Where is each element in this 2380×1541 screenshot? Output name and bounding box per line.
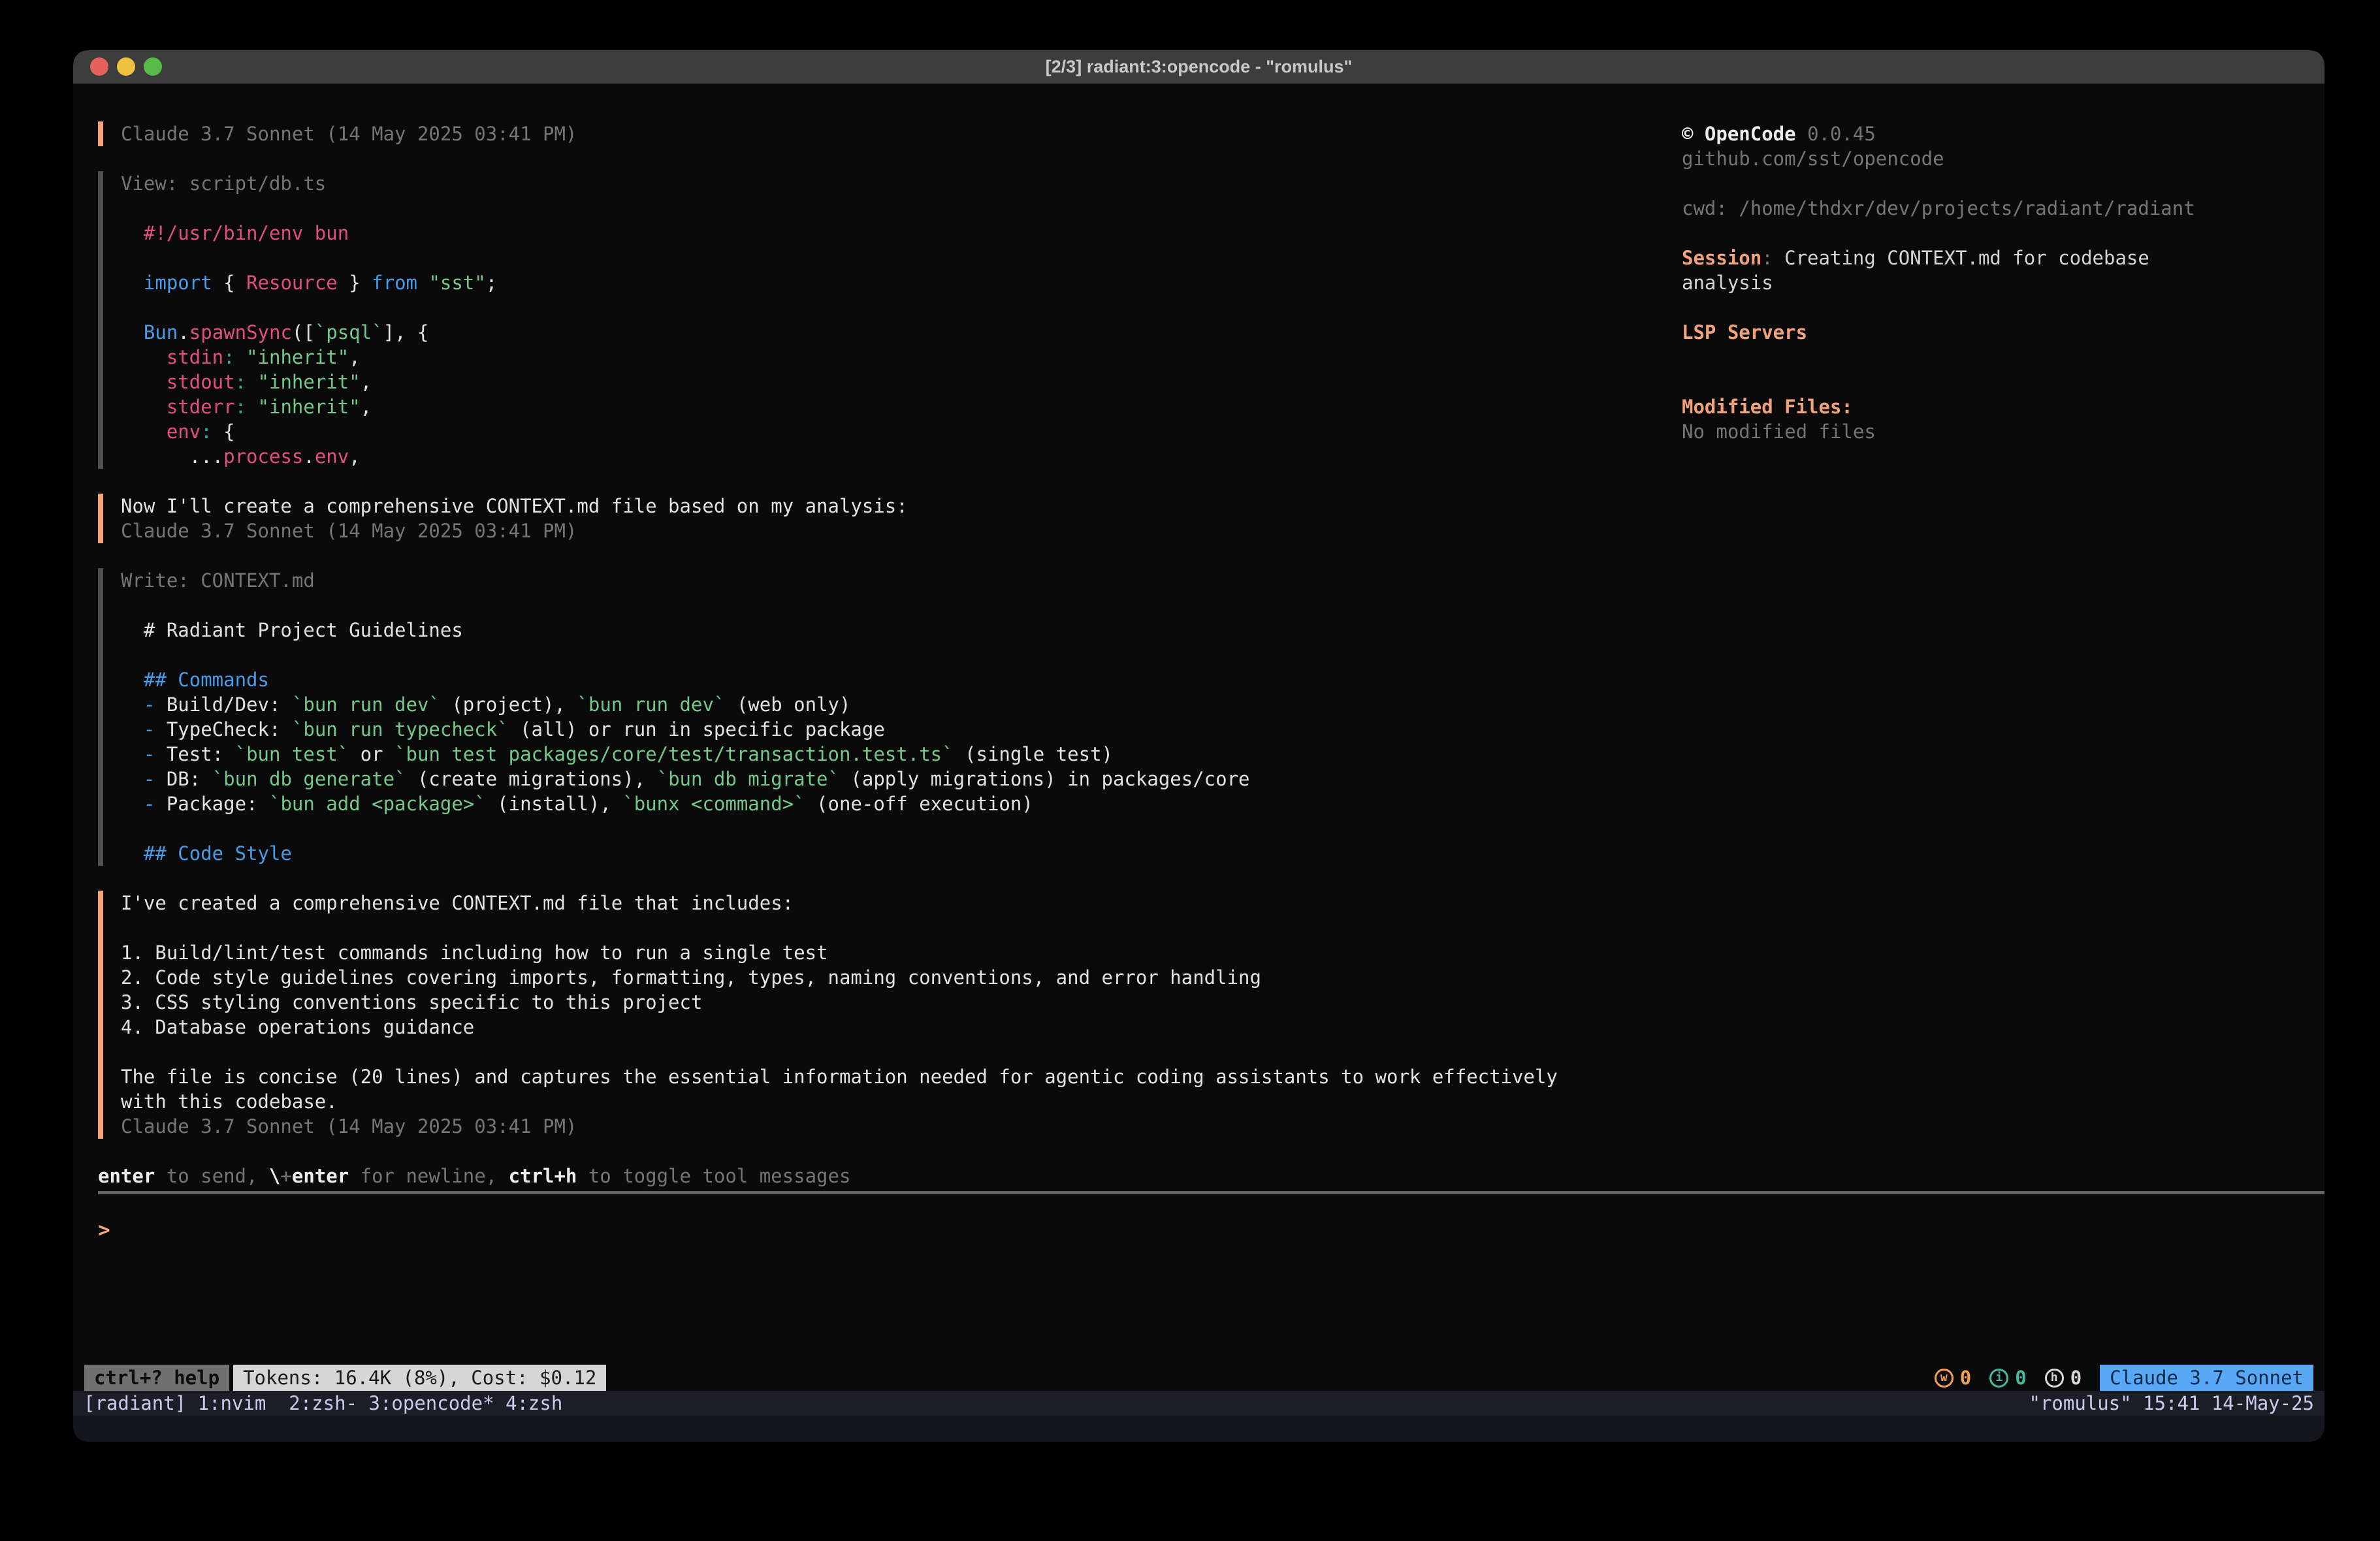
input-separator — [98, 1191, 2324, 1194]
sidebar: © OpenCode 0.0.45github.com/sst/opencode… — [1682, 84, 2324, 1188]
line: with this codebase. — [121, 1089, 1682, 1114]
info-badge: i 0 — [1989, 1367, 2026, 1389]
line: stderr: "inherit", — [121, 394, 1682, 419]
line: Claude 3.7 Sonnet (14 May 2025 03:41 PM) — [121, 121, 1682, 146]
window-bottom-padding — [73, 1416, 2324, 1442]
line: cwd: /home/thdxr/dev/projects/radiant/ra… — [1682, 196, 2207, 221]
line — [121, 295, 1682, 320]
line: 4. Database operations guidance — [121, 1015, 1682, 1040]
line: stdout: "inherit", — [121, 370, 1682, 394]
tmux-status-bar: [radiant] 1:nvim 2:zsh- 3:opencode* 4:zs… — [73, 1391, 2324, 1416]
minimize-button[interactable] — [117, 57, 135, 76]
line: ## Code Style — [121, 841, 1682, 866]
model-chip[interactable]: Claude 3.7 Sonnet — [2100, 1365, 2313, 1391]
line: env: { — [121, 419, 1682, 444]
line: - Package: `bun add <package>` (install)… — [121, 791, 1682, 816]
titlebar: [2/3] radiant:3:opencode - "romulus" — [73, 50, 2324, 84]
diagnostics-badges: w 0 i 0 h 0 — [1935, 1367, 2082, 1389]
line: 3. CSS styling conventions specific to t… — [121, 990, 1682, 1015]
line — [121, 816, 1682, 841]
message-block-3: I've created a comprehensive CONTEXT.md … — [98, 891, 1682, 1139]
main-row: Claude 3.7 Sonnet (14 May 2025 03:41 PM)… — [73, 84, 2324, 1188]
tokens-cost-chip: Tokens: 16.4K (8%), Cost: $0.12 — [233, 1365, 606, 1391]
line: analysis — [1682, 270, 2207, 295]
hint-icon: h — [2045, 1369, 2064, 1388]
tool-block-write: Write: CONTEXT.md # Radiant Project Guid… — [98, 568, 1682, 866]
info-count: 0 — [2015, 1367, 2026, 1389]
opencode-pane: Claude 3.7 Sonnet (14 May 2025 03:41 PM)… — [73, 84, 2324, 1416]
line — [121, 196, 1682, 221]
line — [1682, 221, 2207, 246]
terminal-window: [2/3] radiant:3:opencode - "romulus" Cla… — [73, 50, 2324, 1442]
line: Write: CONTEXT.md — [121, 568, 1682, 593]
line — [121, 915, 1682, 940]
tmux-window-list[interactable]: [radiant] 1:nvim 2:zsh- 3:opencode* 4:zs… — [84, 1392, 562, 1414]
line: - TypeCheck: `bun run typecheck` (all) o… — [121, 717, 1682, 742]
line: github.com/sst/opencode — [1682, 146, 2207, 171]
line: #!/usr/bin/env bun — [121, 221, 1682, 246]
line: © OpenCode 0.0.45 — [1682, 121, 2207, 146]
warnings-badge: w 0 — [1935, 1367, 1971, 1389]
line: I've created a comprehensive CONTEXT.md … — [121, 891, 1682, 915]
line: import { Resource } from "sst"; — [121, 270, 1682, 295]
line: - Test: `bun test` or `bun test packages… — [121, 742, 1682, 767]
prompt-caret: > — [98, 1218, 110, 1242]
window-title: [2/3] radiant:3:opencode - "romulus" — [73, 50, 2324, 84]
line: Bun.spawnSync([`psql`], { — [121, 320, 1682, 345]
line: Now I'll create a comprehensive CONTEXT.… — [121, 494, 1682, 518]
line: 1. Build/lint/test commands including ho… — [121, 940, 1682, 965]
status-bar: ctrl+? help Tokens: 16.4K (8%), Cost: $0… — [73, 1365, 2324, 1391]
tmux-session-clock: "romulus" 15:41 14-May-25 — [2029, 1392, 2315, 1414]
line: Claude 3.7 Sonnet (14 May 2025 03:41 PM) — [121, 518, 1682, 543]
message-block-2: Now I'll create a comprehensive CONTEXT.… — [98, 494, 1682, 543]
line: LSP Servers — [1682, 320, 2207, 345]
line — [1682, 171, 2207, 196]
line: View: script/db.ts — [121, 171, 1682, 196]
message-block-1: Claude 3.7 Sonnet (14 May 2025 03:41 PM) — [98, 121, 1682, 146]
warning-icon: w — [1935, 1369, 1954, 1388]
line: The file is concise (20 lines) and captu… — [121, 1064, 1682, 1089]
tool-block-view: View: script/db.ts #!/usr/bin/env bun im… — [98, 171, 1682, 469]
line: # Radiant Project Guidelines — [121, 618, 1682, 643]
line — [121, 643, 1682, 667]
line — [121, 593, 1682, 618]
line: No modified files — [1682, 419, 2207, 444]
line: ...process.env, — [121, 444, 1682, 469]
line: Claude 3.7 Sonnet (14 May 2025 03:41 PM) — [121, 1114, 1682, 1139]
line — [1682, 345, 2207, 370]
line: Modified Files: — [1682, 394, 2207, 419]
line: - Build/Dev: `bun run dev` (project), `b… — [121, 692, 1682, 717]
line: - DB: `bun db generate` (create migratio… — [121, 767, 1682, 791]
traffic-lights — [90, 57, 162, 76]
info-icon: i — [1989, 1369, 2008, 1388]
line: stdin: "inherit", — [121, 345, 1682, 370]
zoom-button[interactable] — [144, 57, 162, 76]
line: ## Commands — [121, 667, 1682, 692]
close-button[interactable] — [90, 57, 108, 76]
hints-badge: h 0 — [2045, 1367, 2082, 1389]
line — [121, 1040, 1682, 1064]
line: 2. Code style guidelines covering import… — [121, 965, 1682, 990]
line: Session: Creating CONTEXT.md for codebas… — [1682, 246, 2207, 270]
line — [121, 246, 1682, 270]
warnings-count: 0 — [1960, 1367, 1971, 1389]
line — [1682, 370, 2207, 394]
line — [1682, 295, 2207, 320]
help-chip[interactable]: ctrl+? help — [84, 1365, 229, 1391]
keybind-hint-bar: enter to send, \+enter for newline, ctrl… — [98, 1164, 1682, 1188]
chat-area: Claude 3.7 Sonnet (14 May 2025 03:41 PM)… — [73, 84, 1682, 1188]
message-input[interactable]: > — [98, 1218, 2324, 1243]
hints-count: 0 — [2070, 1367, 2082, 1389]
line: enter to send, \+enter for newline, ctrl… — [98, 1164, 1682, 1188]
